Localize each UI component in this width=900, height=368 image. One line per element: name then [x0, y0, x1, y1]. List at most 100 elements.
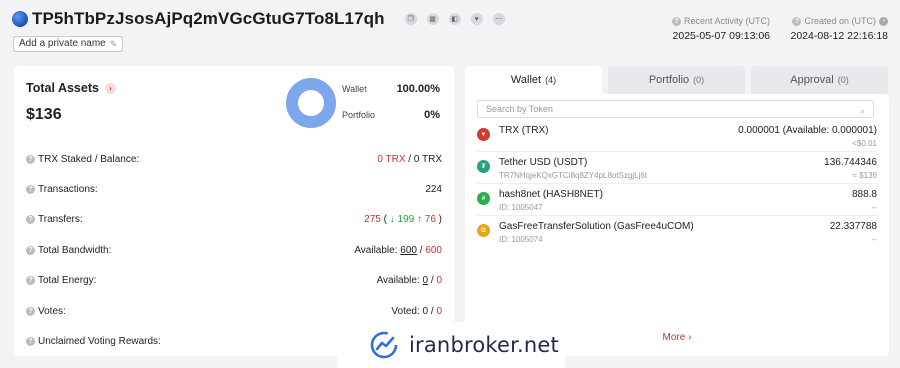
token-row[interactable]: # hash8net (HASH8NET) ID: 1005047 888.8 …: [477, 184, 877, 216]
gasfree-icon: G: [477, 224, 490, 237]
total-assets-label: Total Assets: [26, 81, 99, 95]
available-label: Available:: [354, 244, 401, 256]
token-name[interactable]: TRX (TRX): [499, 125, 548, 136]
token-tabs: Wallet (4) Portfolio (0) Approval (0): [465, 66, 889, 96]
tab-label: Approval: [790, 74, 834, 86]
token-name[interactable]: GasFreeTransferSolution (GasFree4uCOM): [499, 221, 694, 232]
stat-row-energy: ? Total Energy: Available: 0 / 0: [26, 266, 442, 296]
recent-activity-label: Recent Activity (UTC): [684, 16, 771, 26]
stat-label: Total Bandwidth:: [38, 244, 112, 256]
help-icon[interactable]: ?: [26, 337, 35, 347]
created-on-value: 2024-08-12 22:16:18: [790, 30, 889, 42]
token-amount: 136.744346: [824, 157, 877, 168]
help-icon[interactable]: ?: [26, 185, 35, 195]
token-usd-value: ≈ $136: [852, 171, 877, 180]
hash8net-icon: #: [477, 192, 490, 205]
tab-wallet[interactable]: Wallet (4): [465, 66, 602, 94]
token-id: ID: 1005047: [499, 203, 543, 212]
tether-icon: ₮: [477, 160, 490, 173]
tokens-panel: Wallet (4) Portfolio (0) Approval (0) Searc…: [465, 66, 889, 356]
tab-portfolio[interactable]: Portfolio (0): [608, 66, 745, 94]
stat-label: Transfers:: [38, 214, 83, 226]
created-on: ? Created on (UTC) ◔ 2024-08-12 22:16:18: [790, 16, 889, 42]
stat-row-bandwidth: ? Total Bandwidth: Available: 600 / 600: [26, 235, 442, 265]
legend-wallet-label: Wallet: [342, 84, 367, 94]
token-name[interactable]: Tether USD (USDT): [499, 157, 587, 168]
stat-row-transactions: ? Transactions: 224: [26, 174, 442, 204]
transfers-total[interactable]: 275: [364, 214, 381, 225]
token-usd-value: --: [871, 235, 877, 244]
token-search-input[interactable]: Search by Token ⌕: [477, 100, 874, 118]
token-row[interactable]: ▼ TRX (TRX) 0.000001 (Available: 0.00000…: [477, 120, 877, 152]
add-private-name-button[interactable]: Add a private name ✎: [13, 36, 124, 52]
token-amount: 22.337788: [829, 221, 877, 232]
qr-code-icon[interactable]: ▦: [426, 13, 439, 25]
token-amount: 0.000001 (Available: 0.000001): [738, 125, 877, 136]
chevron-right-icon: ›: [688, 332, 692, 343]
stat-label: Unclaimed Voting Rewards:: [38, 336, 161, 348]
token-row[interactable]: ₮ Tether USD (USDT) TR7NHqjeKQxGTCi8q8ZY…: [477, 152, 877, 184]
paren-close: ): [435, 214, 442, 226]
legend-portfolio-value: 0%: [424, 109, 440, 121]
legend-portfolio-label: Portfolio: [342, 110, 376, 120]
token-usd-value: --: [871, 203, 877, 212]
address-row: TP5hTbPzJsosAjPq2mVGcGtuG7To8L17qh ❐ ▦ ◧…: [12, 9, 505, 29]
tab-count: (4): [545, 75, 557, 85]
help-icon[interactable]: ?: [26, 306, 35, 316]
copy-icon[interactable]: ❐: [404, 13, 417, 25]
help-icon[interactable]: ?: [792, 16, 802, 26]
token-usd-value: <$0.01: [852, 139, 877, 148]
stat-label: Votes:: [38, 305, 66, 317]
stat-row-transfers: ? Transfers: 275 ( ↓ 199 ↑ 76 ): [26, 205, 442, 235]
search-icon[interactable]: ⌕: [860, 103, 865, 119]
watermark-text: iranbroker.net: [409, 333, 559, 357]
wallet-token-list: Search by Token ⌕ ▼ TRX (TRX) 0.000001 (…: [465, 94, 889, 356]
tab-label: Portfolio: [648, 74, 690, 86]
total-assets-title: Total Assets ›: [26, 81, 116, 95]
recent-activity: ? Recent Activity (UTC) 2025-05-07 09:13:…: [672, 16, 770, 42]
created-on-label: Created on (UTC): [804, 16, 876, 26]
help-icon[interactable]: ?: [26, 154, 35, 164]
token-amount: 888.8: [851, 189, 877, 200]
total-assets-value: $136: [26, 106, 62, 123]
tab-count: (0): [693, 75, 705, 85]
help-icon[interactable]: ?: [26, 276, 35, 286]
tab-approval[interactable]: Approval (0): [751, 66, 888, 94]
bandwidth-total: 600: [425, 244, 442, 256]
clock-icon: ◔: [879, 16, 888, 26]
donut-wallet-slice: [286, 78, 336, 128]
transactions-value[interactable]: 224: [425, 184, 442, 195]
tab-label: Wallet: [510, 74, 542, 86]
legend-wallet-value: 100.00%: [396, 83, 440, 95]
private-name-label: Add a private name: [19, 38, 106, 49]
help-icon[interactable]: ?: [672, 16, 681, 26]
token-id: ID: 1005074: [499, 235, 543, 244]
search-placeholder: Search by Token: [486, 104, 553, 114]
stat-row-staked: ? TRX Staked / Balance: 0 TRX / 0 TRX: [26, 144, 442, 174]
paren-open: (: [380, 214, 390, 226]
token-name[interactable]: hash8net (HASH8NET): [499, 189, 603, 200]
page-header: TP5hTbPzJsosAjPq2mVGcGtuG7To8L17qh ❐ ▦ ◧…: [0, 0, 900, 62]
more-icon[interactable]: ⋯: [492, 13, 505, 25]
recent-activity-value: 2025-05-07 09:13:06: [672, 30, 771, 42]
tag-icon[interactable]: ◧: [448, 13, 461, 25]
watermark: iranbroker.net: [337, 322, 565, 368]
globe-icon: [12, 11, 28, 27]
assets-panel: Total Assets › $136 Wallet 100.00% Portf…: [14, 66, 454, 356]
token-row[interactable]: G GasFreeTransferSolution (GasFree4uCOM)…: [477, 216, 877, 248]
pencil-icon: ✎: [109, 39, 118, 49]
iranbroker-logo-icon: [370, 331, 398, 359]
chevron-right-icon[interactable]: ›: [104, 82, 116, 94]
trx-icon: ▼: [477, 128, 490, 141]
tab-count: (0): [837, 75, 849, 85]
transfers-out: ↑ 76: [416, 214, 436, 226]
votes-total: 0: [436, 305, 442, 317]
stat-label: Total Energy:: [38, 275, 97, 287]
heart-icon[interactable]: ♥: [470, 13, 483, 25]
help-icon[interactable]: ?: [26, 245, 35, 255]
token-contract[interactable]: TR7NHqjeKQxGTCi8q8ZY4pL8otSzgjLj6t: [499, 171, 647, 180]
account-address: TP5hTbPzJsosAjPq2mVGcGtuG7To8L17qh: [32, 9, 385, 28]
bandwidth-available: 600: [400, 244, 417, 256]
help-icon[interactable]: ?: [26, 215, 35, 225]
staked-value: 0 TRX: [377, 153, 406, 165]
